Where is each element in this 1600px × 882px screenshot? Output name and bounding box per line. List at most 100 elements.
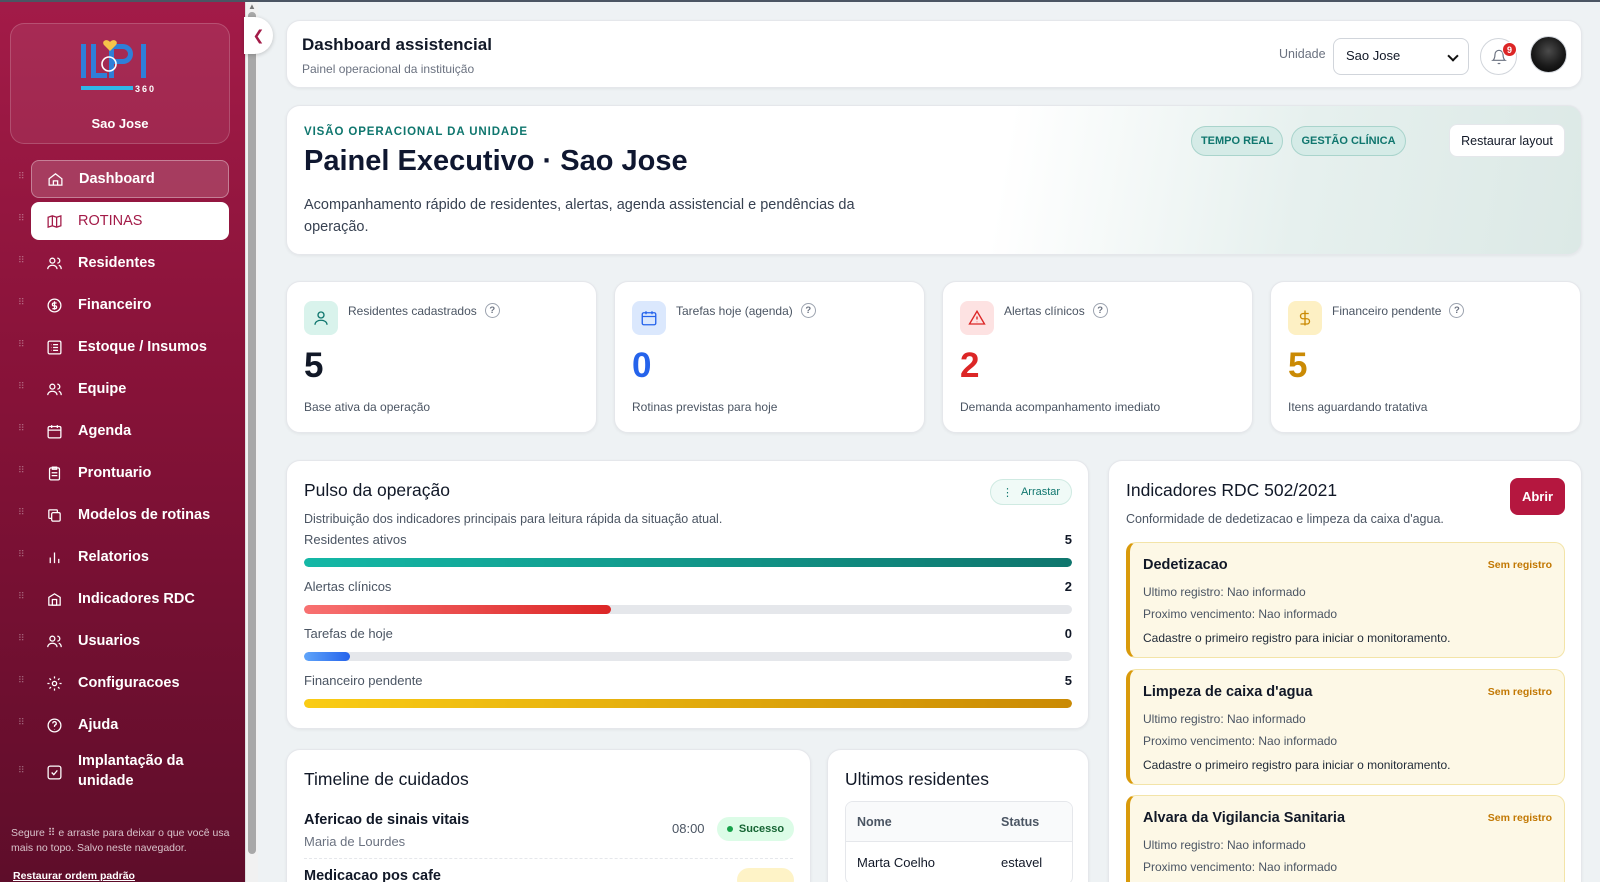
drag-grip-icon[interactable]: ⠿ [18,766,25,775]
kpi-label: Residentes cadastrados? [348,303,500,318]
kpi-subtitle: Base ativa da operação [304,400,431,414]
user-avatar[interactable] [1530,36,1567,73]
progress-fill [304,558,1072,567]
brand-card[interactable]: 360 Sao Jose [10,23,230,144]
drag-grip-icon[interactable]: ⠿ [18,676,25,685]
sidebar-item-rotinas[interactable]: ROTINAS [31,202,229,240]
drag-grip-icon[interactable]: ⠿ [18,172,25,181]
help-icon[interactable]: ? [484,303,500,318]
restore-layout-button[interactable]: Restaurar layout [1449,124,1565,157]
sidebar-item-prontuario[interactable]: Prontuario [31,454,229,492]
kpi-label: Tarefas hoje (agenda)? [676,303,816,318]
scrollbar-thumb[interactable] [248,12,256,854]
timeline-item-title: Afericao de sinais vitais [304,812,470,828]
sidebar-item-estoque-insumos[interactable]: Estoque / Insumos [31,328,229,366]
calendar-icon [641,311,657,326]
table-row[interactable]: Marta Coelho estavel [846,842,1072,882]
sidebar-item-indicadores-rdc[interactable]: Indicadores RDC [31,580,229,618]
realtime-pill: TEMPO REAL [1191,126,1283,156]
ilpi-logo: 360 [81,40,154,94]
restore-order-link[interactable]: Restaurar ordem padrão [13,870,135,882]
sidebar-item-modelos-de-rotinas[interactable]: Modelos de rotinas [31,496,229,534]
rdc-item[interactable]: Limpeza de caixa d'agua Sem registro Ult… [1126,669,1565,785]
drag-grip-icon[interactable]: ⠿ [18,718,25,727]
sidebar-item-agenda[interactable]: Agenda [31,412,229,450]
drag-grip-icon[interactable]: ⠿ [18,424,25,433]
sidebar-help-text: Segure ⠿ e arraste para deixar o que voc… [11,827,230,855]
warning-icon [968,309,986,325]
sidebar-item-relatorios[interactable]: Relatorios [31,538,229,576]
scroll-up-arrow-icon[interactable]: ▲ [248,2,256,11]
sidebar-item-label: Financeiro [78,297,152,313]
drag-grip-icon[interactable]: ⠿ [18,214,25,223]
kpi-label: Alertas clínicos? [1004,303,1108,318]
chevron-down-icon [1447,50,1459,62]
help-icon[interactable]: ? [1449,303,1465,318]
rdc-item-hint: Cadastre o primeiro registro para inicia… [1143,758,1451,772]
sidebar-item-residentes[interactable]: Residentes [31,244,229,282]
drag-grip-icon[interactable]: ⠿ [18,298,25,307]
kpi-icon-box [632,301,666,335]
drag-grip-icon[interactable]: ⠿ [18,256,25,265]
sidebar-item-label: Implantação da unidade [78,753,184,789]
sidebar-item-label: Residentes [78,255,156,271]
sidebar-item-label: Prontuario [78,465,152,481]
sidebar-item-equipe[interactable]: Equipe [31,370,229,408]
timeline-title: Timeline de cuidados [304,769,469,789]
drag-grip-icon[interactable]: ⠿ [18,382,25,391]
gear-icon [44,673,64,693]
sidebar-item-label: ROTINAS [78,213,143,229]
pulse-row-value: 0 [1064,626,1072,641]
drag-handle[interactable]: ⋮ Arrastar [990,479,1072,505]
pulse-subtitle: Distribuição dos indicadores principais … [304,512,723,526]
list-icon [44,337,64,357]
rdc-item[interactable]: Dedetizacao Sem registro Ultimo registro… [1126,542,1565,658]
clinical-management-pill: GESTÃO CLÍNICA [1291,126,1406,156]
rdc-item-last: Ultimo registro: Nao informado [1143,585,1306,599]
help-icon[interactable]: ? [1092,303,1108,318]
divider [304,858,793,859]
residents-title: Ultimos residentes [845,769,989,789]
drag-grip-icon[interactable]: ⠿ [18,466,25,475]
sidebar-item-label: Equipe [78,381,127,397]
sidebar-item-label: Usuarios [78,633,141,649]
pulse-row-label: Financeiro pendente [304,673,423,688]
drag-grip-icon[interactable]: ⠿ [18,340,25,349]
sidebar-item-label: Configuracoes [78,675,180,691]
drag-grip-icon[interactable]: ⠿ [18,508,25,517]
drag-grip-icon[interactable]: ⠿ [18,592,25,601]
operation-pulse-card: Pulso da operação ⋮ Arrastar Distribuição… [286,460,1089,729]
sidebar-item-label: Agenda [78,423,132,439]
progress-fill [304,699,1072,708]
drag-grip-icon[interactable]: ⠿ [18,634,25,643]
unit-select[interactable]: Sao Jose [1333,38,1469,75]
residents-table: Nome Status Marta Coelho estavel [845,801,1073,882]
open-button[interactable]: Abrir [1510,478,1565,515]
drag-grip-icon[interactable]: ⠿ [18,550,25,559]
bar-chart-icon [44,547,64,567]
users-icon [44,253,64,273]
sidebar-item-configuracoes[interactable]: Configuracoes [31,664,229,702]
kpi-card-alerts: Alertas clínicos? 2 Demanda acompanhamen… [942,281,1253,433]
kpi-icon-box [304,301,338,335]
sidebar-item-financeiro[interactable]: Financeiro [31,286,229,324]
sidebar-item-ajuda[interactable]: Ajuda [31,706,229,744]
sidebar-item-dashboard[interactable]: Dashboard [31,160,229,198]
rdc-item[interactable]: Alvara da Vigilancia Sanitaria Sem regis… [1126,795,1565,882]
collapse-sidebar-button[interactable]: ❮ [244,17,273,54]
sidebar-unit-name: Sao Jose [91,116,149,131]
sidebar-item-implanta-o-da-unidade[interactable]: Implantação da unidade [31,750,229,794]
column-header-status[interactable]: Status [1001,815,1039,829]
kpi-value: 5 [1288,346,1308,385]
sidebar-item-label: Dashboard [79,171,155,187]
users-icon [44,631,64,651]
help-icon[interactable]: ? [800,303,816,318]
copy-icon [44,505,64,525]
sidebar-item-label: Ajuda [78,717,119,733]
notifications-button[interactable]: 9 [1480,38,1517,75]
sidebar-scrollbar[interactable]: ▲ [245,0,258,882]
notification-count-badge: 9 [1502,42,1517,57]
sidebar-item-usuarios[interactable]: Usuarios [31,622,229,660]
column-header-name[interactable]: Nome [857,815,892,829]
dollar-icon [44,295,64,315]
